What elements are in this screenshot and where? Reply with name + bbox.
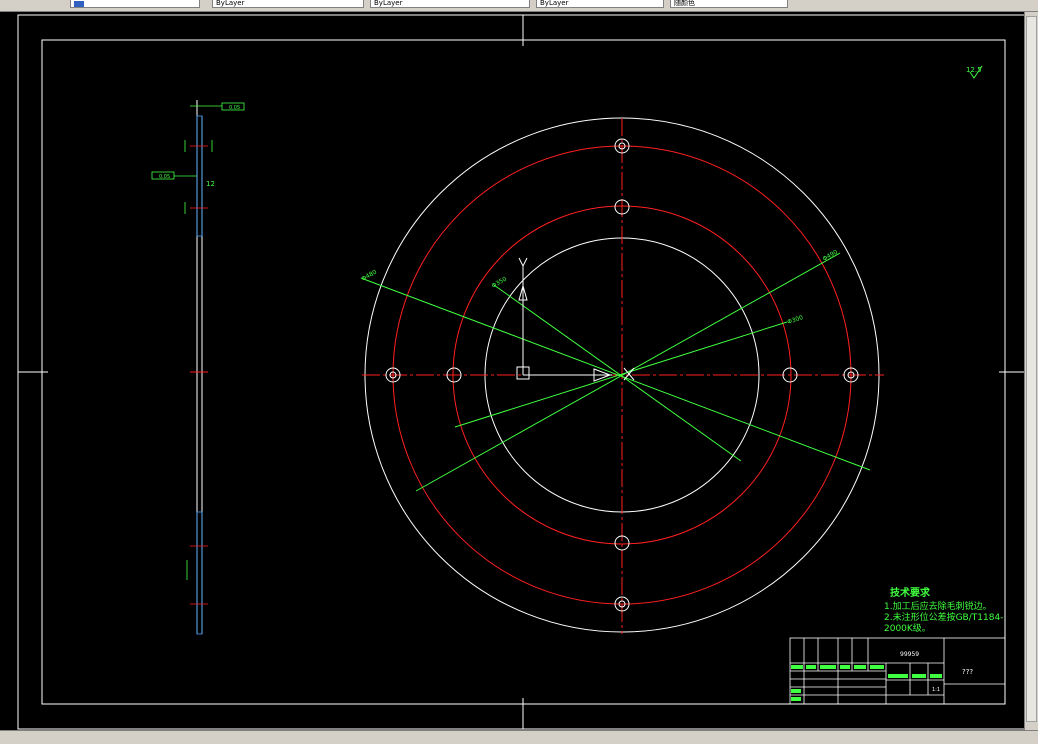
profile-thickness-label: 12 [206,180,215,188]
tech-req-item-1: 1.加工后应去除毛刺锐边。 [884,602,992,612]
horizontal-scrollbar[interactable] [0,730,1038,744]
profile-tolerance-b: 0.05 [159,174,170,180]
plotstyle-dropdown[interactable]: 随颜色 [670,0,788,8]
tech-req-title: 技术要求 [890,588,930,599]
title-block-fills [791,665,942,701]
drawing-scale: 1:1 [932,687,940,693]
vertical-scrollbar[interactable] [1024,12,1038,730]
diameter-label-bolt: Φ490 [822,248,840,262]
drawing-canvas[interactable]: 12.5 0.05 0.05 12 Φ480 Φ350 Φ490 Φ300 99… [0,12,1024,730]
cad-drawing: 12.5 0.05 0.05 12 Φ480 Φ350 Φ490 Φ300 99… [17,14,1024,730]
property-toolbar: ByLayer ByLayer ByLayer 随颜色 [0,0,1038,12]
diameter-label-outer: Φ480 [361,268,379,282]
diameter-label-bore: Φ300 [786,314,804,326]
flange-front-view: Φ480 Φ350 Φ490 Φ300 [360,117,884,634]
centering-marks [18,15,1024,729]
scrollbar-thumb[interactable] [1026,16,1037,722]
diameter-leaders [360,252,871,492]
technical-requirements: 技术要求 1.加工后应去除毛刺锐边。 2.未注形位公差按GB/T1184-200… [884,588,1024,635]
ucs-icon [516,257,635,382]
surface-finish-value: 12.5 [966,66,982,74]
profile-tolerance-a: 0.05 [229,105,240,111]
drawing-number: 99959 [900,651,919,658]
layer-dropdown[interactable] [70,0,200,8]
layer-icon [74,1,84,7]
diameter-label-mid: Φ350 [491,275,509,289]
linetype-dropdown[interactable]: ByLayer [370,0,530,8]
color-dropdown[interactable]: ByLayer [212,0,364,8]
outer-sheet-border [17,14,1024,730]
surface-finish-symbol: 12.5 [966,65,983,79]
tech-req-item-2: 2.未注形位公差按GB/T1184-2000K级。 [884,613,1004,634]
lineweight-dropdown[interactable]: ByLayer [536,0,664,8]
part-name: ??? [962,668,973,676]
side-profile-view: 0.05 0.05 12 [151,100,245,635]
